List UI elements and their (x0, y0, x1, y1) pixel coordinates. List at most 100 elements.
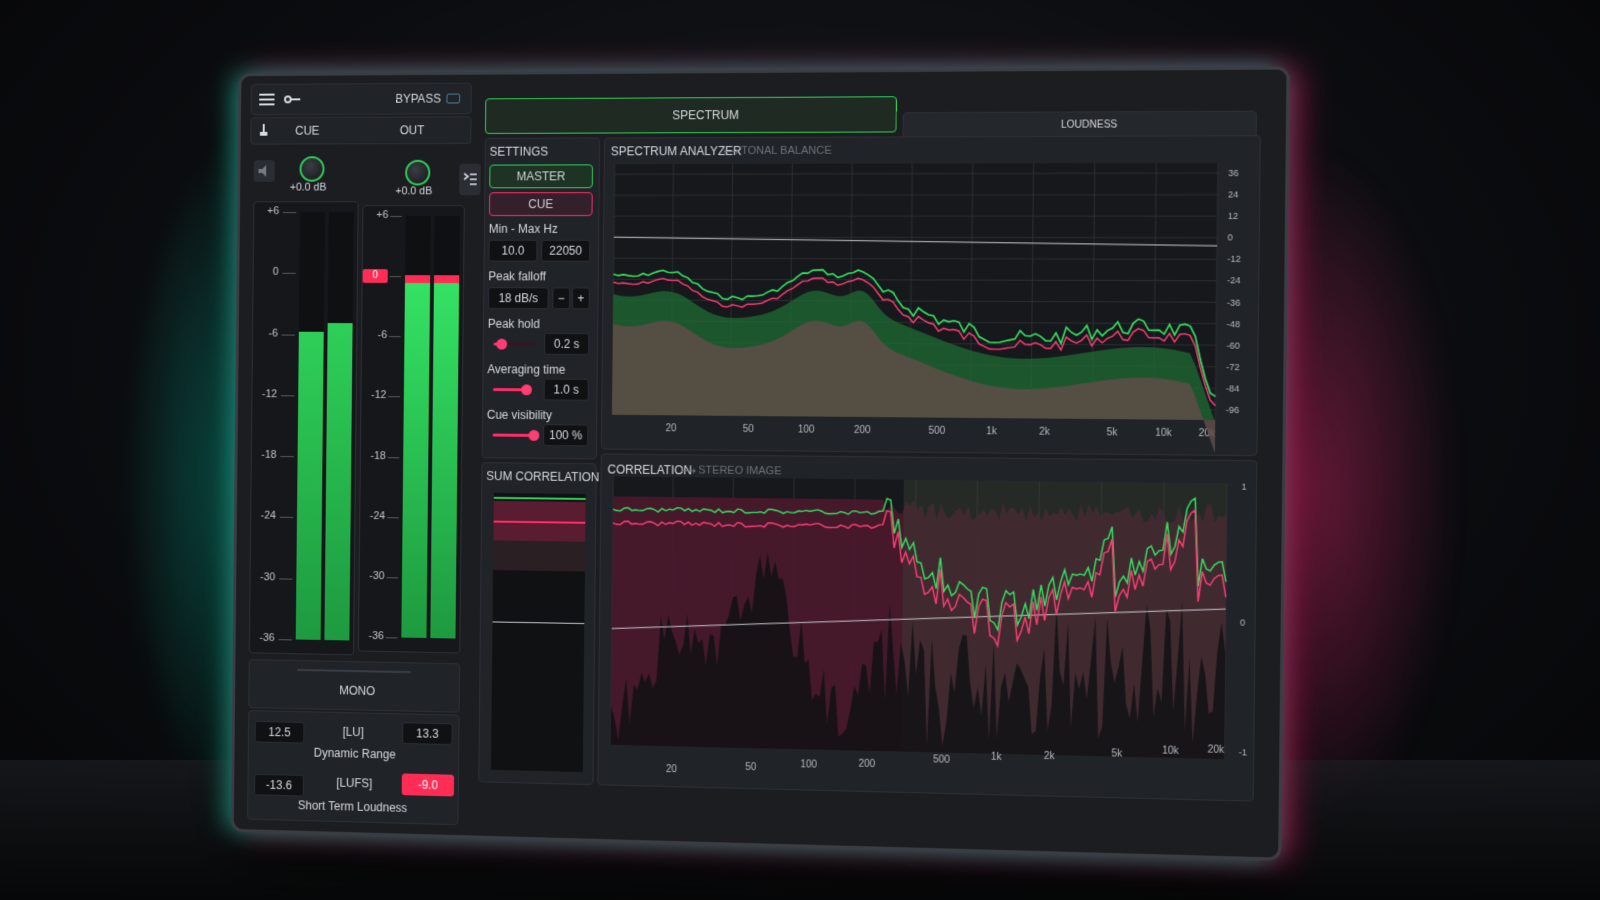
cue-visibility-label: Cue visibility (486, 407, 552, 423)
cue-meter-left-fill (295, 331, 324, 640)
cue-meter-scale-label: -24 (260, 510, 277, 522)
headphones-icon (259, 122, 269, 138)
peak-falloff-label: Peak falloff (488, 269, 547, 284)
short-term-loudness-left: -13.6 (254, 773, 304, 797)
cue-meter-scale-label: -36 (259, 631, 275, 644)
correlation-x-label: 50 (745, 762, 757, 773)
cue-meter-scale-tick (280, 456, 294, 458)
spectrum-x-label: 10k (1155, 428, 1172, 440)
tab-spectrum[interactable]: SPECTRUM (484, 96, 897, 134)
spectrum-x-label: 20 (665, 423, 677, 434)
spectrum-y-label: -36 (1227, 297, 1241, 307)
lu-unit: [LU] (342, 724, 364, 740)
cue-meter-scale-tick (282, 273, 296, 275)
spectrum-x-label: 1k (986, 426, 997, 437)
spectrum-y-label: 12 (1228, 211, 1239, 221)
cue-meter-scale-tick (282, 212, 297, 214)
sum-correlation-panel: SUM CORRELATION (478, 462, 599, 786)
spectrum-y-label: -84 (1226, 383, 1240, 393)
out-meter-scale-tick (390, 216, 402, 217)
spectrum-y-label: -24 (1227, 276, 1241, 286)
cue-meter-scale-label: -18 (261, 449, 277, 462)
peak-falloff-input[interactable]: 18 dB/s (488, 287, 549, 310)
peak-hold-label: Peak hold (487, 316, 540, 331)
speaker-icon[interactable] (253, 160, 275, 182)
cue-visibility-slider-thumb[interactable] (528, 429, 540, 441)
cue-visibility-slider-fill (492, 433, 534, 437)
cue-meter-scale-label: +6 (267, 205, 280, 217)
mono-button[interactable]: MONO (248, 659, 461, 713)
min-hz-input[interactable]: 10.0 (488, 239, 538, 262)
out-label: OUT (399, 123, 425, 138)
spectrum-y-label: 24 (1228, 189, 1239, 199)
spectrum-y-label: -96 (1226, 405, 1240, 415)
spectrum-panel: SPECTRUM ANALYZER ⟷ TONAL BALANCE 36 24 12… (600, 135, 1261, 457)
cue-meter-scale-label: -12 (261, 388, 278, 400)
tab-spectrum-label: SPECTRUM (672, 108, 740, 123)
cue-gain-knob[interactable] (299, 156, 325, 182)
out-meter-scale-label: -12 (371, 389, 387, 402)
cue-meter-scale-tick (281, 334, 296, 336)
averaging-slider-thumb[interactable] (520, 384, 532, 396)
mono-label: MONO (339, 683, 376, 699)
spectrum-graph: 36 24 12 0 -12 -24 -36 -48 -60 -72 -84 -96 20 50 100 20… (602, 136, 1241, 454)
tab-loudness-label: LOUDNESS (1060, 119, 1118, 131)
correlation-x-label: 1k (991, 752, 1002, 764)
correlation-y-label: 1 (1241, 481, 1246, 491)
master-button[interactable]: MASTER (489, 164, 594, 189)
cue-button[interactable]: CUE (488, 192, 593, 217)
cue-meter-panel: +6 0 -6 -12 -18 -24 -30 -36 (248, 201, 359, 656)
peak-hold-value[interactable]: 0.2 s (544, 332, 590, 356)
spectrum-y-label: -60 (1226, 340, 1240, 350)
peak-hold-slider-thumb[interactable] (496, 338, 508, 350)
sum-correlation-meter (491, 492, 586, 772)
menu-icon[interactable] (259, 93, 275, 106)
peak-falloff-increment-button[interactable]: + (571, 287, 590, 310)
sidebar-toggle-icon[interactable] (459, 163, 481, 196)
out-meter-scale-label: +6 (376, 209, 389, 221)
out-meter-scale-label: -6 (377, 329, 388, 342)
correlation-x-label: 200 (858, 759, 875, 771)
peak-falloff-decrement-button[interactable]: − (552, 287, 571, 310)
out-meter-left (401, 216, 431, 639)
short-term-loudness-right: -9.0 (401, 773, 455, 797)
dynamic-range-right: 13.3 (402, 722, 453, 746)
out-meter-scale-tick (389, 276, 402, 278)
out-meter-scale-tick (387, 516, 399, 519)
out-meter-scale-label: -36 (368, 630, 385, 643)
spectrum-x-label: 2k (1039, 427, 1050, 438)
bypass-toggle[interactable] (446, 93, 461, 104)
plugin-window: BYPASS CUE OUT +0.0 dB +0.0 dB +6 0 -6 -12 -… (230, 66, 1290, 861)
spectrum-y-label: -48 (1227, 319, 1241, 329)
out-meter-scale-tick (387, 456, 400, 458)
out-meter-scale-label: -24 (369, 509, 386, 522)
spectrum-y-label: -72 (1226, 362, 1240, 372)
correlation-x-label: 10k (1162, 745, 1179, 757)
key-icon[interactable] (284, 92, 301, 104)
cue-meter-right (324, 212, 354, 641)
bypass-label: BYPASS (395, 91, 441, 106)
cue-meter-scale-label: -6 (268, 327, 278, 340)
settings-title: SETTINGS (489, 144, 549, 159)
cue-out-header: CUE OUT (250, 116, 472, 145)
spectrum-x-label: 500 (928, 426, 945, 437)
cue-meter-left (295, 212, 325, 640)
correlation-x-label: 500 (933, 754, 951, 766)
master-button-label: MASTER (516, 169, 566, 184)
max-hz-input[interactable]: 22050 (541, 239, 591, 262)
minmax-label: Min - Max Hz (488, 221, 558, 236)
spectrum-x-label: 200 (854, 425, 871, 436)
cue-meter-scale-tick (279, 517, 294, 519)
out-gain-knob[interactable] (405, 159, 431, 186)
cue-meter-scale-tick (281, 395, 295, 397)
correlation-y-label: 0 (1240, 617, 1245, 627)
correlation-x-label: 5k (1111, 748, 1122, 760)
averaging-label: Averaging time (487, 362, 566, 377)
averaging-value[interactable]: 1.0 s (543, 378, 589, 401)
out-gain-value: +0.0 dB (395, 185, 433, 198)
cue-button-label: CUE (528, 197, 554, 212)
correlation-y-label: -1 (1239, 747, 1247, 758)
spectrum-x-label: 100 (798, 424, 815, 435)
cue-visibility-value[interactable]: 100 % (543, 424, 589, 447)
out-meter-scale-label: -18 (370, 449, 386, 462)
